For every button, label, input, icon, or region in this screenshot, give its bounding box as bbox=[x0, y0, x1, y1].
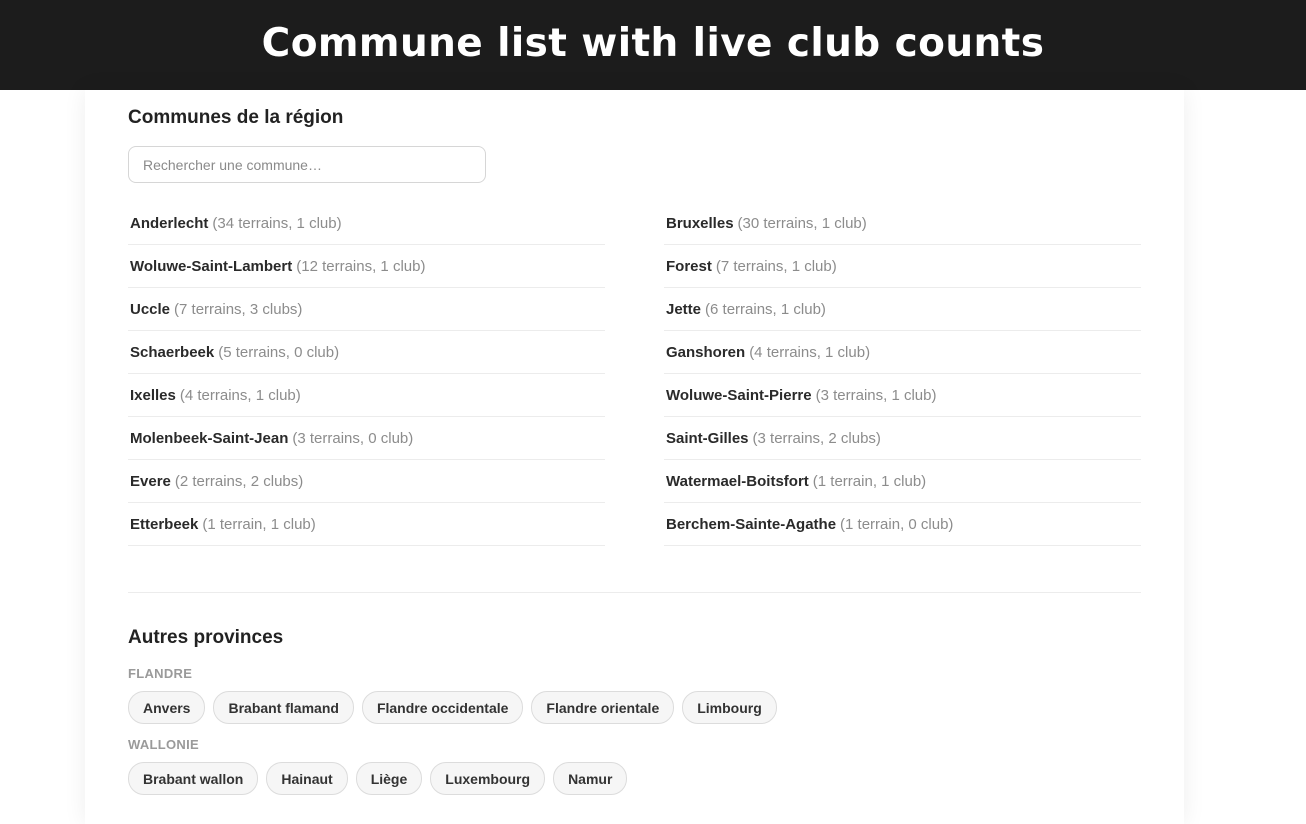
banner-title: Commune list with live club counts bbox=[261, 20, 1045, 66]
commune-name: Anderlecht bbox=[130, 214, 209, 232]
commune-name: Woluwe-Saint-Lambert bbox=[130, 257, 293, 275]
commune-name: Ganshoren bbox=[666, 343, 746, 361]
commune-item-forest[interactable]: Forest (7 terrains, 1 club) bbox=[664, 245, 1141, 288]
province-chip-brabant-flamand[interactable]: Brabant flamand bbox=[213, 691, 354, 724]
commune-name: Bruxelles bbox=[666, 214, 734, 232]
commune-count: (4 terrains, 1 club) bbox=[749, 343, 871, 361]
province-chip-brabant-wallon[interactable]: Brabant wallon bbox=[128, 762, 259, 795]
province-chip-namur[interactable]: Namur bbox=[553, 762, 628, 795]
commune-name: Etterbeek bbox=[130, 515, 199, 533]
commune-name: Ixelles bbox=[130, 386, 176, 404]
province-chip-luxembourg[interactable]: Luxembourg bbox=[430, 762, 546, 795]
commune-count: (7 terrains, 1 club) bbox=[715, 257, 837, 275]
province-chips-flandre: Anvers Brabant flamand Flandre occidenta… bbox=[128, 691, 777, 724]
commune-name: Forest bbox=[666, 257, 712, 275]
commune-count: (1 terrain, 0 club) bbox=[840, 515, 954, 533]
province-chip-hainaut[interactable]: Hainaut bbox=[266, 762, 348, 795]
commune-count: (12 terrains, 1 club) bbox=[296, 257, 426, 275]
group-label-wallonie: WALLONIE bbox=[128, 737, 200, 752]
commune-name: Saint-Gilles bbox=[666, 429, 749, 447]
commune-item-watermael-boitsfort[interactable]: Watermael-Boitsfort (1 terrain, 1 club) bbox=[664, 460, 1141, 503]
commune-search-input[interactable] bbox=[128, 146, 486, 183]
commune-count: (5 terrains, 0 club) bbox=[218, 343, 340, 361]
commune-item-woluwe-saint-pierre[interactable]: Woluwe-Saint-Pierre (3 terrains, 1 club) bbox=[664, 374, 1141, 417]
commune-name: Uccle bbox=[130, 300, 171, 318]
provinces-title: Autres provinces bbox=[128, 627, 284, 648]
commune-item-evere[interactable]: Evere (2 terrains, 2 clubs) bbox=[128, 460, 605, 503]
commune-list-left: Anderlecht (34 terrains, 1 club) Woluwe-S… bbox=[128, 202, 605, 546]
content-card: Communes de la région Anderlecht(34 terr… bbox=[85, 90, 1184, 824]
commune-count: (2 terrains, 2 clubs) bbox=[174, 472, 304, 490]
commune-count: (4 terrains, 1 club) bbox=[179, 386, 301, 404]
commune-name: Woluwe-Saint-Pierre bbox=[666, 386, 812, 404]
province-chip-flandre-orientale[interactable]: Flandre orientale bbox=[531, 691, 675, 724]
commune-count: (3 terrains, 2 clubs) bbox=[752, 429, 881, 447]
commune-item-ganshoren[interactable]: Ganshoren (4 terrains, 1 club) bbox=[664, 331, 1141, 374]
commune-list-right: Bruxelles (30 terrains, 1 club) Forest (7 … bbox=[664, 202, 1141, 546]
province-chip-anvers[interactable]: Anvers bbox=[128, 691, 206, 724]
commune-count: (1 terrain, 1 club) bbox=[202, 515, 316, 533]
commune-count: (3 terrains, 1 club) bbox=[815, 386, 937, 404]
province-chip-limbourg[interactable]: Limbourg bbox=[682, 691, 777, 724]
group-label-flandre: FLANDRE bbox=[128, 666, 193, 681]
province-chips-wallonie: Brabant wallon Hainaut Liège Luxembourg … bbox=[128, 762, 628, 795]
province-chip-liege[interactable]: Liège bbox=[355, 762, 423, 795]
commune-item-etterbeek[interactable]: Etterbeek (1 terrain, 1 club) bbox=[128, 503, 605, 546]
commune-item-bruxelles[interactable]: Bruxelles (30 terrains, 1 club) bbox=[664, 202, 1141, 245]
banner: Commune list with live club counts bbox=[0, 0, 1306, 90]
commune-count: (3 terrains, 0 club) bbox=[292, 429, 414, 447]
commune-item-schaerbeek[interactable]: Schaerbeek (5 terrains, 0 club) bbox=[128, 331, 605, 374]
commune-name: Berchem-Sainte-Agathe bbox=[666, 515, 837, 533]
section-divider bbox=[128, 592, 1141, 593]
province-chip-flandre-occidentale[interactable]: Flandre occidentale bbox=[361, 691, 524, 724]
commune-item-molenbeek-saint-jean[interactable]: Molenbeek-Saint-Jean (3 terrains, 0 club) bbox=[128, 417, 605, 460]
commune-count: (30 terrains, 1 club) bbox=[737, 214, 867, 232]
commune-name: Molenbeek-Saint-Jean bbox=[130, 429, 289, 447]
commune-item-anderlecht[interactable]: Anderlecht (34 terrains, 1 club) bbox=[128, 202, 605, 245]
commune-count: (6 terrains, 1 club) bbox=[705, 300, 826, 318]
commune-count: (1 terrain, 1 club) bbox=[812, 472, 927, 490]
commune-item-saint-gilles[interactable]: Saint-Gilles (3 terrains, 2 clubs) bbox=[664, 417, 1141, 460]
commune-name: Evere bbox=[130, 472, 171, 490]
commune-item-uccle[interactable]: Uccle (7 terrains, 3 clubs) bbox=[128, 288, 605, 331]
commune-name: Watermael-Boitsfort bbox=[666, 472, 809, 490]
commune-count: (34 terrains, 1 club) bbox=[212, 214, 342, 232]
commune-item-jette[interactable]: Jette (6 terrains, 1 club) bbox=[664, 288, 1141, 331]
commune-count: (7 terrains, 3 clubs) bbox=[174, 300, 303, 318]
region-title: Communes de la région bbox=[128, 107, 344, 128]
commune-item-woluwe-saint-lambert[interactable]: Woluwe-Saint-Lambert (12 terrains, 1 club… bbox=[128, 245, 605, 288]
commune-item-ixelles[interactable]: Ixelles (4 terrains, 1 club) bbox=[128, 374, 605, 417]
commune-name: Schaerbeek bbox=[130, 343, 215, 361]
commune-name: Jette bbox=[666, 300, 702, 318]
commune-item-berchem-sainte-agathe[interactable]: Berchem-Sainte-Agathe (1 terrain, 0 club) bbox=[664, 503, 1141, 546]
